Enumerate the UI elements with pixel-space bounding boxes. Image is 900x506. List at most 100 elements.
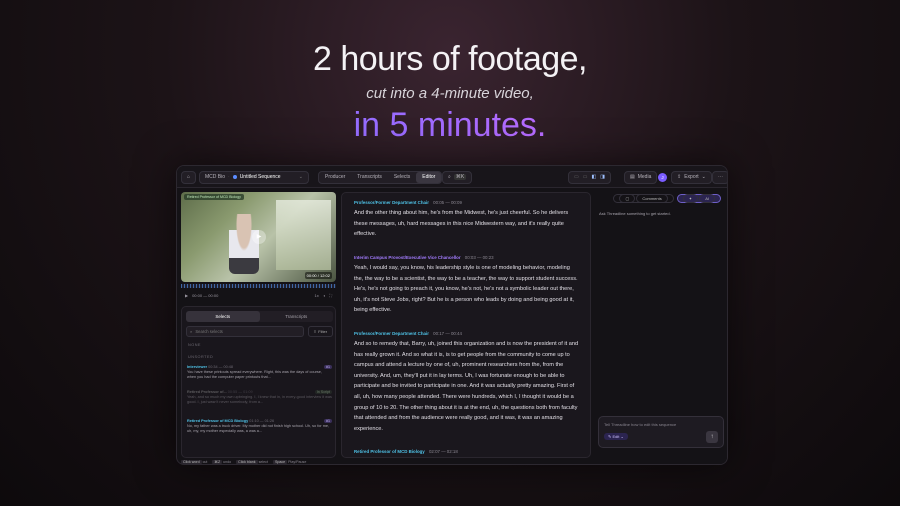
list-item[interactable]: Retired Professor of... 00:55 — 01:09 In…: [187, 390, 332, 405]
send-button[interactable]: ↑: [706, 431, 718, 443]
speaker-name: Professor/Former Department Chair: [354, 200, 429, 205]
speaker-timecode: 00:17 — 00:44: [433, 331, 462, 336]
filter-label: Filter: [318, 329, 328, 334]
play-icon[interactable]: ▶: [252, 230, 266, 244]
video-player[interactable]: Retired Professor of MCD Biology ▶ 00:00…: [181, 192, 336, 282]
fullscreen-icon[interactable]: ⛶: [329, 293, 332, 298]
clip-speaker: Retired Professor of...: [187, 390, 227, 394]
clip-tag: #1: [324, 419, 332, 423]
tab-producer[interactable]: Producer: [319, 172, 351, 183]
shortcut-item: Click blank select: [236, 459, 268, 464]
clip-timecode: 01:10 — 01:26: [249, 419, 275, 423]
speed-icon[interactable]: 1x: [315, 293, 319, 298]
speaker-row: Retired Professor of MCD Biology 02:07 —…: [354, 449, 580, 454]
shortcut-label: cut: [202, 459, 208, 464]
media-icon: ▤: [630, 174, 635, 180]
avatar-initial: J: [658, 172, 667, 182]
transcript-text[interactable]: And so to remedy that, Barry, uh, joined…: [354, 339, 580, 434]
transcript-text[interactable]: Yeah, I would say, you know, his leaders…: [354, 263, 580, 316]
chevron-down-icon: ⌄: [701, 174, 706, 180]
tab-transcripts[interactable]: Transcripts: [351, 172, 388, 183]
home-button[interactable]: ⌂: [181, 170, 197, 184]
speaker-timecode: 02:07 — 02:18: [428, 449, 458, 454]
transcript-block[interactable]: Retired Professor of MCD Biology 02:07 —…: [354, 449, 580, 454]
edit-mode-button[interactable]: ✎ Edit ⌄: [604, 433, 628, 440]
tab-transcripts-panel[interactable]: Transcripts: [260, 311, 334, 322]
video-timecode: 00:00 / 12:02: [304, 272, 332, 279]
transcript-block[interactable]: Professor/Former Department Chair 00:17 …: [354, 331, 580, 434]
clip-text: You have these printouts spread everywhe…: [187, 370, 322, 379]
clip-timecode: 00:34 — 00:48: [208, 365, 234, 369]
selects-panel: Selects Transcripts ⌕ Search selects ≡ F…: [181, 306, 336, 458]
project-name: MCD Bio: [205, 174, 226, 180]
clip-timecode: 00:55 — 01:09: [227, 390, 253, 394]
layout-center-icon[interactable]: ▭: [583, 174, 588, 180]
timeline-waveform[interactable]: [181, 284, 336, 288]
list-item[interactable]: Interviewer 00:34 — 00:48 #1 You have th…: [187, 365, 332, 380]
clip-tag: In Script: [314, 390, 332, 394]
more-button[interactable]: ⋯: [712, 170, 727, 184]
shortcut-item: Space Play/Pause: [272, 459, 307, 464]
editor-window: ⌂ MCD Bio · Untitled Sequence ⌄ Producer…: [176, 165, 728, 465]
panel-tabs: Selects Transcripts: [186, 311, 333, 322]
chevron-down-icon: ⌄: [298, 174, 303, 180]
export-button[interactable]: ⇪ Export ⌄: [671, 170, 712, 184]
transcript-editor[interactable]: Professor/Former Department Chair 00:05 …: [341, 192, 591, 458]
top-bar: ⌂ MCD Bio · Untitled Sequence ⌄ Producer…: [177, 166, 727, 188]
mode-tabs: Producer Transcripts Selects Editor: [318, 170, 443, 184]
search-button[interactable]: ⌕ ⌘K: [442, 170, 473, 184]
shortcut-key: Click blank: [236, 459, 258, 464]
avatar[interactable]: J: [658, 170, 667, 184]
transcript-block[interactable]: Interim Campus Provost/Executive Vice Ch…: [354, 255, 580, 316]
play-pause-icon[interactable]: ▶: [185, 293, 188, 298]
selects-search[interactable]: ⌕ Search selects: [186, 326, 304, 337]
clip-text: Yeah, and so much my own upbringing. I, …: [187, 395, 332, 404]
clip-speaker: Interviewer: [187, 365, 208, 369]
tab-ai-label: AI: [699, 194, 715, 203]
volume-icon[interactable]: ◑: [323, 293, 325, 298]
player-controls: ▶ 00:00 — 00:00 1x ◑ ⛶: [181, 290, 336, 300]
export-icon: ⇪: [677, 174, 682, 180]
section-unsorted: UNSORTED: [188, 355, 214, 359]
chevron-down-icon: ⌄: [620, 434, 624, 439]
assistant-hint: Ask Threadline something to get started.: [599, 211, 671, 216]
video-frame-subject: [229, 214, 259, 274]
shortcut-label: Play/Pause: [288, 459, 307, 464]
shortcut-footer: Click word cut ⌘Z undo Click blank selec…: [181, 458, 307, 464]
export-label: Export: [684, 174, 699, 180]
transcript-block[interactable]: Professor/Former Department Chair 00:05 …: [354, 200, 580, 240]
layout-left-icon[interactable]: ▭: [574, 174, 579, 180]
tab-editor[interactable]: Editor: [416, 171, 442, 183]
filter-button[interactable]: ≡ Filter: [308, 326, 333, 337]
media-button[interactable]: ▤ Media: [624, 170, 658, 184]
tab-selects[interactable]: Selects: [388, 172, 416, 183]
arrow-up-icon: ↑: [710, 434, 714, 440]
shortcut-key: Space: [272, 459, 288, 464]
transcript-text[interactable]: And the other thing about him, he's from…: [354, 208, 580, 240]
project-selector[interactable]: MCD Bio · Untitled Sequence ⌄: [199, 170, 309, 184]
tab-selects-panel[interactable]: Selects: [186, 311, 260, 322]
shortcut-key: ⌘Z: [212, 459, 223, 464]
selects-search-placeholder: Search selects: [195, 329, 223, 334]
media-label: Media: [637, 174, 652, 180]
list-item[interactable]: Retired Professor of MCD Biology 01:10 —…: [187, 419, 332, 434]
speaker-row: Professor/Former Department Chair 00:05 …: [354, 200, 580, 205]
left-column: Retired Professor of MCD Biology ▶ 00:00…: [181, 192, 336, 458]
shortcut-item: ⌘Z undo: [212, 459, 231, 464]
assistant-chat-input[interactable]: Tell Threadline how to edit this sequenc…: [598, 416, 724, 448]
sparkle-icon: ✦: [682, 194, 699, 203]
layout-panel-icon[interactable]: ◨: [600, 174, 605, 180]
search-icon: ⌕: [190, 329, 193, 334]
hero-headline: 2 hours of footage,: [312, 40, 588, 78]
control-time: 00:00 — 00:00: [192, 292, 219, 298]
search-shortcut: ⌘K: [453, 174, 467, 180]
layout-split-icon[interactable]: ◧: [591, 174, 596, 180]
hero-subline: cut into a 4-minute video,: [366, 85, 534, 102]
tab-ai[interactable]: ✦ AI: [676, 194, 721, 203]
shortcut-key: Click word: [181, 459, 202, 464]
home-icon: ⌂: [181, 170, 197, 184]
sequence-name: Untitled Sequence: [239, 174, 281, 180]
comment-icon: ▢: [619, 194, 636, 203]
tab-comments[interactable]: ▢ Comments: [613, 194, 674, 203]
layout-toggles: ▭ ▭ ◧ ◨: [568, 170, 611, 184]
